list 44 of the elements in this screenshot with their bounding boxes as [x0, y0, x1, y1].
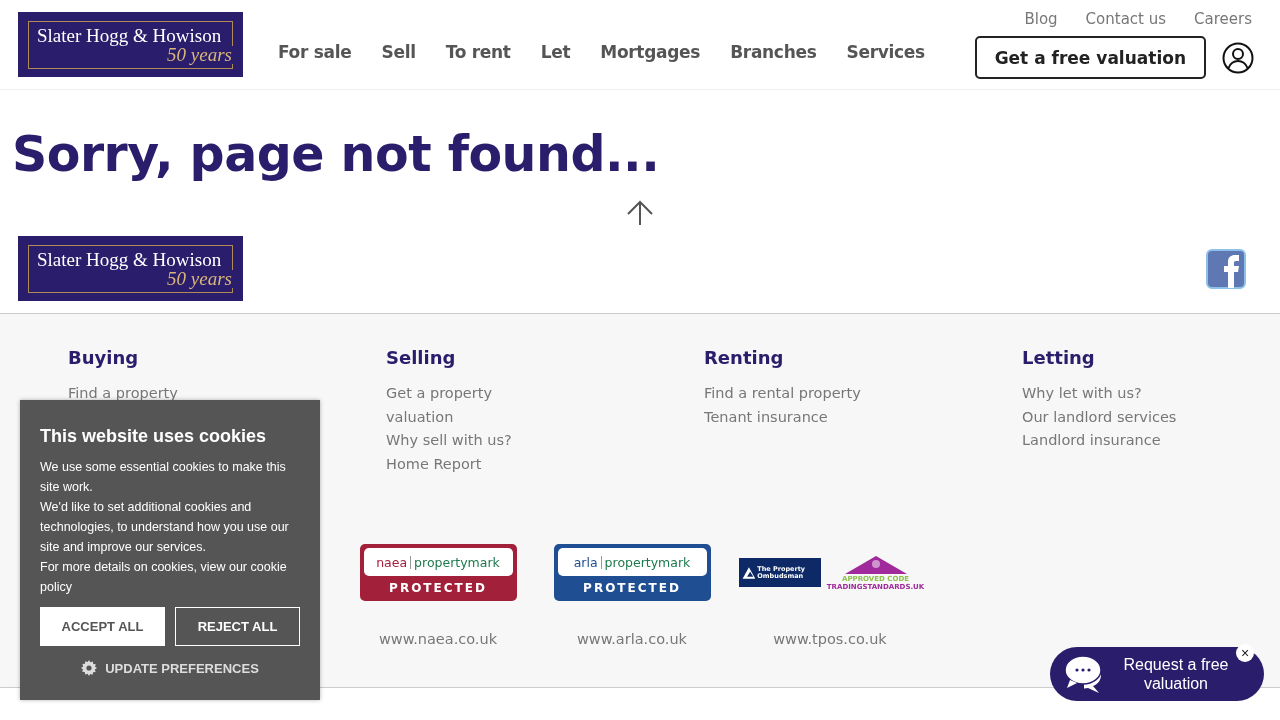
column-heading: Buying: [68, 347, 139, 368]
nav-link[interactable]: For sale: [263, 42, 367, 62]
nav-link[interactable]: To rent: [430, 42, 526, 62]
close-button[interactable]: ×: [1236, 644, 1254, 662]
footer-link[interactable]: Why let with us?: [1022, 382, 1142, 406]
cookie-text: We use some essential cookies to make this site work.: [40, 459, 287, 496]
top-link[interactable]: Blog: [1024, 10, 1058, 28]
footer-link[interactable]: Our landlord services: [1022, 405, 1177, 429]
chat-widget[interactable]: Request a free valuation ×: [1050, 647, 1264, 701]
column-heading: Selling: [386, 347, 456, 368]
settings-icon: [81, 660, 98, 676]
reject-button[interactable]: REJECT ALL: [175, 607, 300, 646]
footer-link[interactable]: Home Report: [386, 452, 482, 476]
valuation-button[interactable]: Get a free valuation: [974, 36, 1206, 79]
nav-link[interactable]: Mortgages: [585, 42, 716, 62]
footer-link[interactable]: Landlord insurance: [1022, 429, 1161, 453]
website-link[interactable]: www.arla.co.uk: [577, 631, 687, 647]
cookie-text: We'd like to set additional cookies and technologies, to understand how you use our site and improve our services.: [40, 499, 290, 556]
nav-link[interactable]: Sell: [366, 42, 431, 62]
logo[interactable]: Slater Hogg & Howison 50 years: [18, 236, 243, 301]
preferences-button[interactable]: UPDATE PREFERENCES: [81, 660, 259, 676]
footer-link[interactable]: Why sell with us?: [386, 429, 512, 453]
nav-link[interactable]: Services: [831, 42, 940, 62]
column-heading: Letting: [1022, 347, 1095, 368]
footer-link[interactable]: Tenant insurance: [704, 405, 828, 429]
column-heading: Renting: [704, 347, 784, 368]
arrow-up-icon[interactable]: [626, 200, 654, 226]
top-link[interactable]: Careers: [1194, 10, 1252, 28]
propertymark-badge[interactable]: naea propertymark PROTECTED: [359, 544, 517, 601]
logo[interactable]: Slater Hogg & Howison 50 years: [18, 12, 243, 77]
footer-link[interactable]: Find a rental property: [704, 382, 861, 406]
nav-link[interactable]: Let: [525, 42, 586, 62]
page-heading: Sorry, page not found...: [12, 125, 661, 185]
website-link[interactable]: www.tpos.co.uk: [773, 631, 887, 647]
nav-link[interactable]: Branches: [715, 42, 832, 62]
website-link[interactable]: www.naea.co.uk: [378, 631, 498, 647]
facebook-icon[interactable]: [1206, 249, 1246, 289]
cookie-title: This website uses cookies: [40, 426, 268, 447]
propertymark-badge[interactable]: arla propertymark PROTECTED: [553, 544, 711, 601]
accept-button[interactable]: ACCEPT ALL: [40, 607, 165, 646]
top-link[interactable]: Contact us: [1085, 10, 1167, 28]
user-icon[interactable]: [1222, 41, 1254, 74]
cookie-text: For more details on cookies, view our cookie policy: [40, 559, 288, 596]
footer-link[interactable]: Get a property valuation: [386, 382, 526, 429]
